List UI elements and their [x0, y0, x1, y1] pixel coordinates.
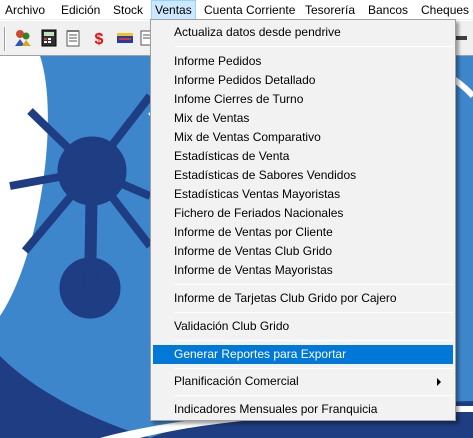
menu-separator	[175, 46, 453, 47]
menu-ventas[interactable]: Ventas	[151, 0, 196, 20]
menu-item-estadisticas-venta[interactable]: Estadísticas de Venta	[153, 147, 453, 166]
menu-item-mix-ventas-comparativo[interactable]: Mix de Ventas Comparativo	[153, 128, 453, 147]
menu-item-cierres-turno[interactable]: Infome Cierres de Turno	[153, 90, 453, 109]
menu-item-feriados-nacionales[interactable]: Fichero de Feriados Nacionales	[153, 204, 453, 223]
menu-item-actualiza-datos[interactable]: Actualiza datos desde pendrive	[153, 23, 453, 42]
notepad-icon[interactable]	[62, 27, 84, 49]
menu-item-planificacion-comercial[interactable]: Planificación Comercial	[153, 372, 453, 391]
menu-bancos[interactable]: Bancos	[365, 0, 411, 20]
menu-item-mix-ventas[interactable]: Mix de Ventas	[153, 109, 453, 128]
menu-archivo[interactable]: Archivo	[2, 0, 48, 20]
menu-item-informe-pedidos-detallado[interactable]: Informe Pedidos Detallado	[153, 71, 453, 90]
menu-item-label: Planificación Comercial	[174, 374, 299, 388]
submenu-arrow-icon	[437, 378, 441, 386]
menu-bar: Archivo Edición Stock Ventas Cuenta Corr…	[0, 0, 473, 20]
menu-tesoreria[interactable]: Tesorería	[302, 0, 358, 20]
menu-separator	[175, 284, 453, 285]
calculator-icon[interactable]	[38, 27, 60, 49]
menu-separator	[175, 340, 453, 341]
menu-separator	[175, 312, 453, 313]
menu-separator	[175, 395, 453, 396]
toolbar-grip	[4, 27, 6, 51]
cash-icon[interactable]	[114, 27, 136, 49]
svg-text:$: $	[95, 31, 104, 48]
menu-item-validacion-club-grido[interactable]: Validación Club Grido	[153, 317, 453, 336]
menu-edicion[interactable]: Edición	[58, 0, 103, 20]
menu-stock[interactable]: Stock	[110, 0, 146, 20]
menu-cuenta-corriente[interactable]: Cuenta Corriente	[201, 0, 298, 20]
menu-item-generar-reportes[interactable]: Generar Reportes para Exportar	[153, 345, 453, 364]
menu-cheques[interactable]: Cheques d	[418, 0, 473, 20]
menu-item-ventas-club-grido[interactable]: Informe de Ventas Club Grido	[153, 242, 453, 261]
menu-item-ventas-por-cliente[interactable]: Informe de Ventas por Cliente	[153, 223, 453, 242]
menu-item-estadisticas-sabores[interactable]: Estadísticas de Sabores Vendidos	[153, 166, 453, 185]
menu-item-estadisticas-mayoristas[interactable]: Estadísticas Ventas Mayoristas	[153, 185, 453, 204]
dollar-icon[interactable]: $	[88, 27, 110, 49]
ventas-dropdown-menu: Actualiza datos desde pendrive Informe P…	[150, 19, 456, 421]
menu-item-ventas-mayoristas[interactable]: Informe de Ventas Mayoristas	[153, 261, 453, 280]
menu-item-indicadores-mensuales[interactable]: Indicadores Mensuales por Franquicia	[153, 400, 453, 419]
menu-item-informe-pedidos[interactable]: Informe Pedidos	[153, 52, 453, 71]
menu-item-tarjetas-club-grido[interactable]: Informe de Tarjetas Club Grido por Cajer…	[153, 289, 453, 308]
menu-separator	[175, 368, 453, 369]
users-icon[interactable]	[12, 27, 34, 49]
